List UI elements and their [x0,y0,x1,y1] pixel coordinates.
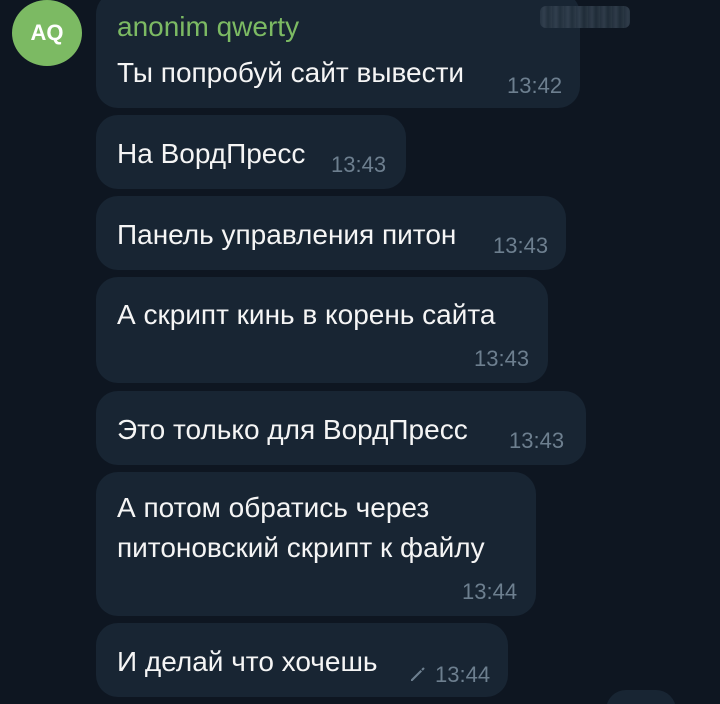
message-bubble[interactable]: anonim qwerty Ты попробуй сайт вывести 1… [96,0,630,108]
scroll-down-button[interactable] [606,690,676,704]
message-text: Панель управления питон [117,219,457,250]
message-time: 13:43 [509,428,565,453]
message-text: Это только для ВордПресс [117,414,468,445]
message-text-line: А потом обратись через [117,492,430,523]
message-time: 13:43 [493,233,549,258]
pencil-icon [411,667,425,681]
message-bubble[interactable]: А скрипт кинь в корень сайта 13:43 [96,277,548,383]
message-text: Ты попробуй сайт вывести [117,57,465,88]
message-text-line: питоновский скрипт к файлу [117,532,485,563]
message-time: 13:43 [331,152,387,177]
avatar-initials: AQ [30,20,64,45]
message-time: 13:43 [474,346,530,371]
chat-area: AQ anonim qwerty Ты попробуй сайт вывест… [0,0,720,704]
message-time: 13:42 [507,73,563,98]
message-bubble[interactable]: Это только для ВордПресс 13:43 [96,391,586,465]
blurred-region [540,6,630,28]
message-bubble[interactable]: И делай что хочешь 13:44 [96,623,508,697]
message-bubble[interactable]: На ВордПресс 13:43 [96,115,406,189]
message-text: И делай что хочешь [117,646,378,677]
message-time: 13:44 [462,579,518,604]
message-time: 13:44 [435,662,491,687]
message-bubble[interactable]: А потом обратись через питоновский скрип… [96,472,536,616]
message-text: На ВордПресс [117,138,306,169]
message-text: А скрипт кинь в корень сайта [117,299,496,330]
message-bubble[interactable]: Панель управления питон 13:43 [96,196,566,270]
sender-name[interactable]: anonim qwerty [117,10,299,44]
avatar[interactable]: AQ [12,0,82,66]
